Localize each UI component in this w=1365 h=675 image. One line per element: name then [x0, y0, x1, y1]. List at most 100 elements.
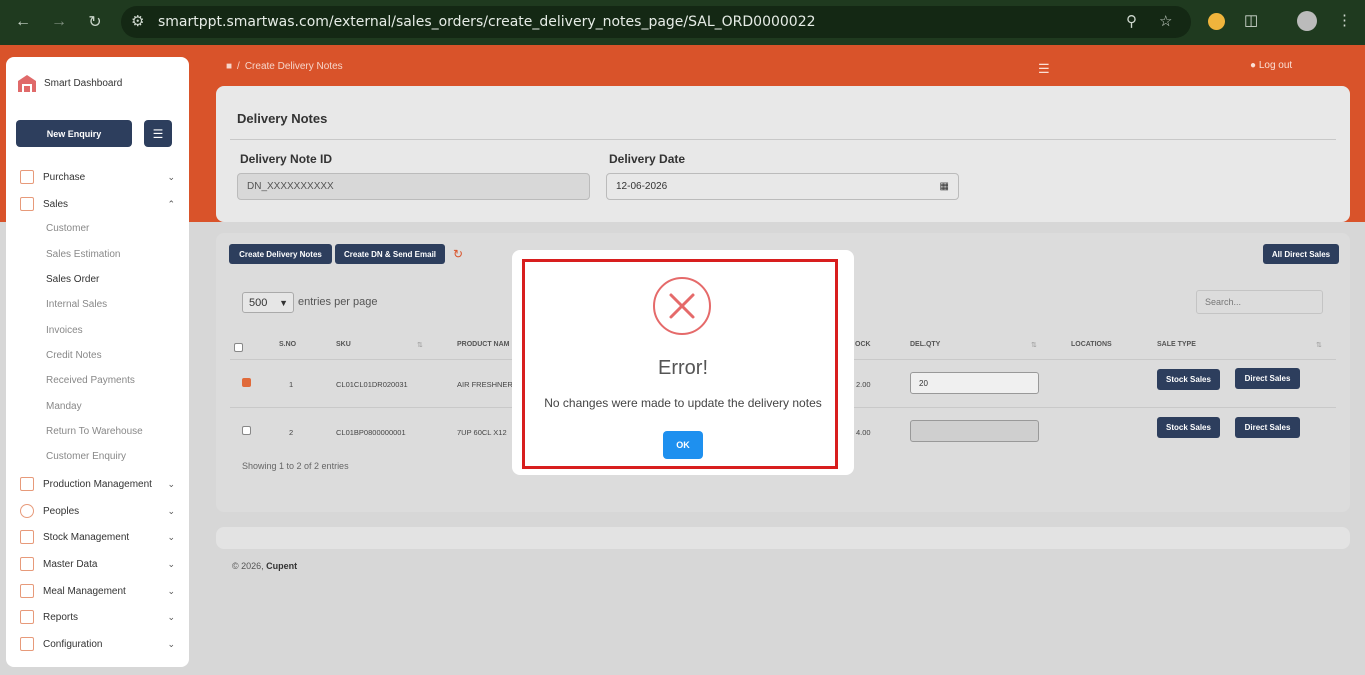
- del-qty-input[interactable]: 20: [910, 372, 1039, 394]
- site-settings-icon[interactable]: ⚙: [131, 12, 144, 30]
- database-icon: [20, 557, 34, 571]
- sidebar-item-production[interactable]: Production Management ⌄: [20, 475, 175, 493]
- row-stock: 4.00: [856, 428, 871, 437]
- divider: [230, 139, 1336, 140]
- breadcrumb-separator: /: [237, 61, 240, 72]
- col-header-locations[interactable]: LOCATIONS: [1071, 341, 1112, 348]
- report-icon: [20, 610, 34, 624]
- del-qty-input[interactable]: [910, 420, 1039, 442]
- col-header-sale-type[interactable]: SALE TYPE: [1157, 341, 1196, 348]
- zoom-icon[interactable]: ⚲: [1126, 12, 1137, 30]
- sidebar-item-meal[interactable]: Meal Management ⌄: [20, 582, 175, 600]
- refresh-icon[interactable]: ↻: [453, 247, 463, 261]
- all-direct-sales-button[interactable]: All Direct Sales: [1263, 244, 1339, 264]
- sidebar-sub-customer-enquiry[interactable]: Customer Enquiry: [46, 451, 126, 462]
- chevron-down-icon: ⌄: [167, 505, 175, 516]
- sidebar-item-master-data[interactable]: Master Data ⌄: [20, 555, 175, 573]
- row-checkbox[interactable]: [242, 378, 251, 387]
- row-sno: 2: [289, 428, 294, 437]
- row-checkbox[interactable]: [242, 426, 251, 435]
- sidebar-item-sales[interactable]: Sales ⌃: [20, 195, 175, 213]
- chevron-down-icon: ⌄: [167, 478, 175, 489]
- delivery-date-input[interactable]: 12-06-2026 ▦: [606, 173, 959, 200]
- sidebar-item-stock[interactable]: Stock Management ⌄: [20, 528, 175, 546]
- footer: © 2026, Cupent: [232, 561, 297, 571]
- error-x-icon: [653, 277, 711, 335]
- sidebar-item-purchase[interactable]: Purchase ⌄: [20, 168, 175, 186]
- extension-icon[interactable]: [1208, 13, 1225, 30]
- breadcrumb: ■ / Create Delivery Notes: [226, 61, 343, 72]
- col-header-sku[interactable]: SKU: [336, 341, 351, 348]
- sort-icon[interactable]: ⇅: [417, 341, 423, 349]
- config-icon: [20, 637, 34, 651]
- stock-sales-button[interactable]: Stock Sales: [1157, 369, 1220, 390]
- sidebar-sub-credit-notes[interactable]: Credit Notes: [46, 350, 102, 361]
- meal-icon: [20, 584, 34, 598]
- back-icon[interactable]: ←: [11, 10, 35, 34]
- search-input[interactable]: Search...: [1196, 290, 1323, 314]
- col-header-sno[interactable]: S.NO: [279, 341, 296, 348]
- sidebar-item-configuration[interactable]: Configuration ⌄: [20, 635, 175, 653]
- direct-sales-button[interactable]: Direct Sales: [1235, 417, 1300, 438]
- calendar-icon[interactable]: ▦: [940, 181, 949, 192]
- sidebar-sub-received-payments[interactable]: Received Payments: [46, 375, 135, 386]
- page-title: Delivery Notes: [237, 111, 328, 126]
- delivery-date-label: Delivery Date: [609, 152, 686, 166]
- sidebar-item-reports[interactable]: Reports ⌄: [20, 608, 175, 626]
- browser-menu-icon[interactable]: ⋮: [1337, 11, 1352, 29]
- sidebar-sub-manday[interactable]: Manday: [46, 401, 82, 412]
- delivery-note-id-input[interactable]: DN_XXXXXXXXXX: [237, 173, 590, 200]
- error-modal: Error! No changes were made to update th…: [512, 250, 854, 475]
- hamburger-icon[interactable]: ☰: [1038, 61, 1050, 77]
- sidebar-item-label: Configuration: [43, 638, 103, 650]
- logout-link[interactable]: ● Log out: [1250, 60, 1292, 71]
- sidebar-sub-sales-order[interactable]: Sales Order: [46, 274, 99, 285]
- home-icon[interactable]: ■: [226, 61, 232, 72]
- user-icon: ●: [1250, 60, 1257, 71]
- sidebar-item-label: Purchase: [43, 171, 86, 183]
- row-sno: 1: [289, 380, 294, 389]
- reload-icon[interactable]: ↻: [83, 10, 107, 34]
- select-all-checkbox[interactable]: [234, 343, 243, 352]
- entries-per-page-select[interactable]: 500 ▼: [242, 292, 294, 313]
- create-dn-send-email-button[interactable]: Create DN & Send Email: [335, 244, 445, 264]
- stock-sales-button[interactable]: Stock Sales: [1157, 417, 1220, 438]
- sort-icon[interactable]: ⇅: [1031, 341, 1037, 349]
- brand[interactable]: Smart Dashboard: [16, 73, 122, 93]
- new-enquiry-button[interactable]: New Enquiry: [16, 120, 132, 147]
- create-delivery-notes-button[interactable]: Create Delivery Notes: [229, 244, 332, 264]
- footer-company-link[interactable]: Cupent: [266, 561, 297, 571]
- sidebar-sub-return-to-warehouse[interactable]: Return To Warehouse: [46, 426, 143, 437]
- empty-card: [216, 527, 1350, 549]
- sidebar-item-peoples[interactable]: Peoples ⌄: [20, 502, 175, 520]
- puzzle-icon[interactable]: ◫: [1244, 11, 1258, 29]
- chevron-down-icon: ⌄: [167, 638, 175, 649]
- address-bar[interactable]: ⚙ smartppt.smartwas.com/external/sales_o…: [121, 6, 1191, 38]
- brand-name: Smart Dashboard: [44, 77, 123, 89]
- sort-icon[interactable]: ⇅: [1316, 341, 1322, 349]
- menu-toggle-icon[interactable]: ☰: [144, 120, 172, 147]
- table-info: Showing 1 to 2 of 2 entries: [242, 461, 349, 471]
- sidebar-sub-customer[interactable]: Customer: [46, 223, 89, 234]
- cart-icon: [20, 170, 34, 184]
- ok-button[interactable]: OK: [663, 431, 703, 459]
- breadcrumb-current: Create Delivery Notes: [244, 61, 343, 72]
- forward-icon[interactable]: →: [47, 10, 71, 34]
- sidebar-sub-invoices[interactable]: Invoices: [46, 325, 83, 336]
- per-page-value: 500: [249, 296, 268, 309]
- row-product: AIR FRESHNER: [457, 380, 513, 389]
- warehouse-logo-icon: [18, 75, 36, 92]
- direct-sales-button[interactable]: Direct Sales: [1235, 368, 1300, 389]
- col-header-product[interactable]: PRODUCT NAM: [457, 341, 510, 348]
- profile-avatar[interactable]: [1297, 11, 1317, 31]
- col-header-del-qty[interactable]: DEL.QTY: [910, 341, 940, 348]
- bookmark-star-icon[interactable]: ☆: [1159, 12, 1172, 30]
- modal-message: No changes were made to update the deliv…: [544, 396, 822, 410]
- browser-toolbar: ← → ↻ ⚙ smartppt.smartwas.com/external/s…: [0, 0, 1365, 45]
- chevron-down-icon: ⌄: [167, 531, 175, 542]
- sidebar-sub-sales-estimation[interactable]: Sales Estimation: [46, 249, 120, 260]
- col-header-stock[interactable]: OCK: [855, 341, 871, 348]
- sidebar-sub-internal-sales[interactable]: Internal Sales: [46, 299, 107, 310]
- per-page-label: entries per page: [298, 296, 378, 308]
- sidebar-item-label: Peoples: [43, 505, 80, 517]
